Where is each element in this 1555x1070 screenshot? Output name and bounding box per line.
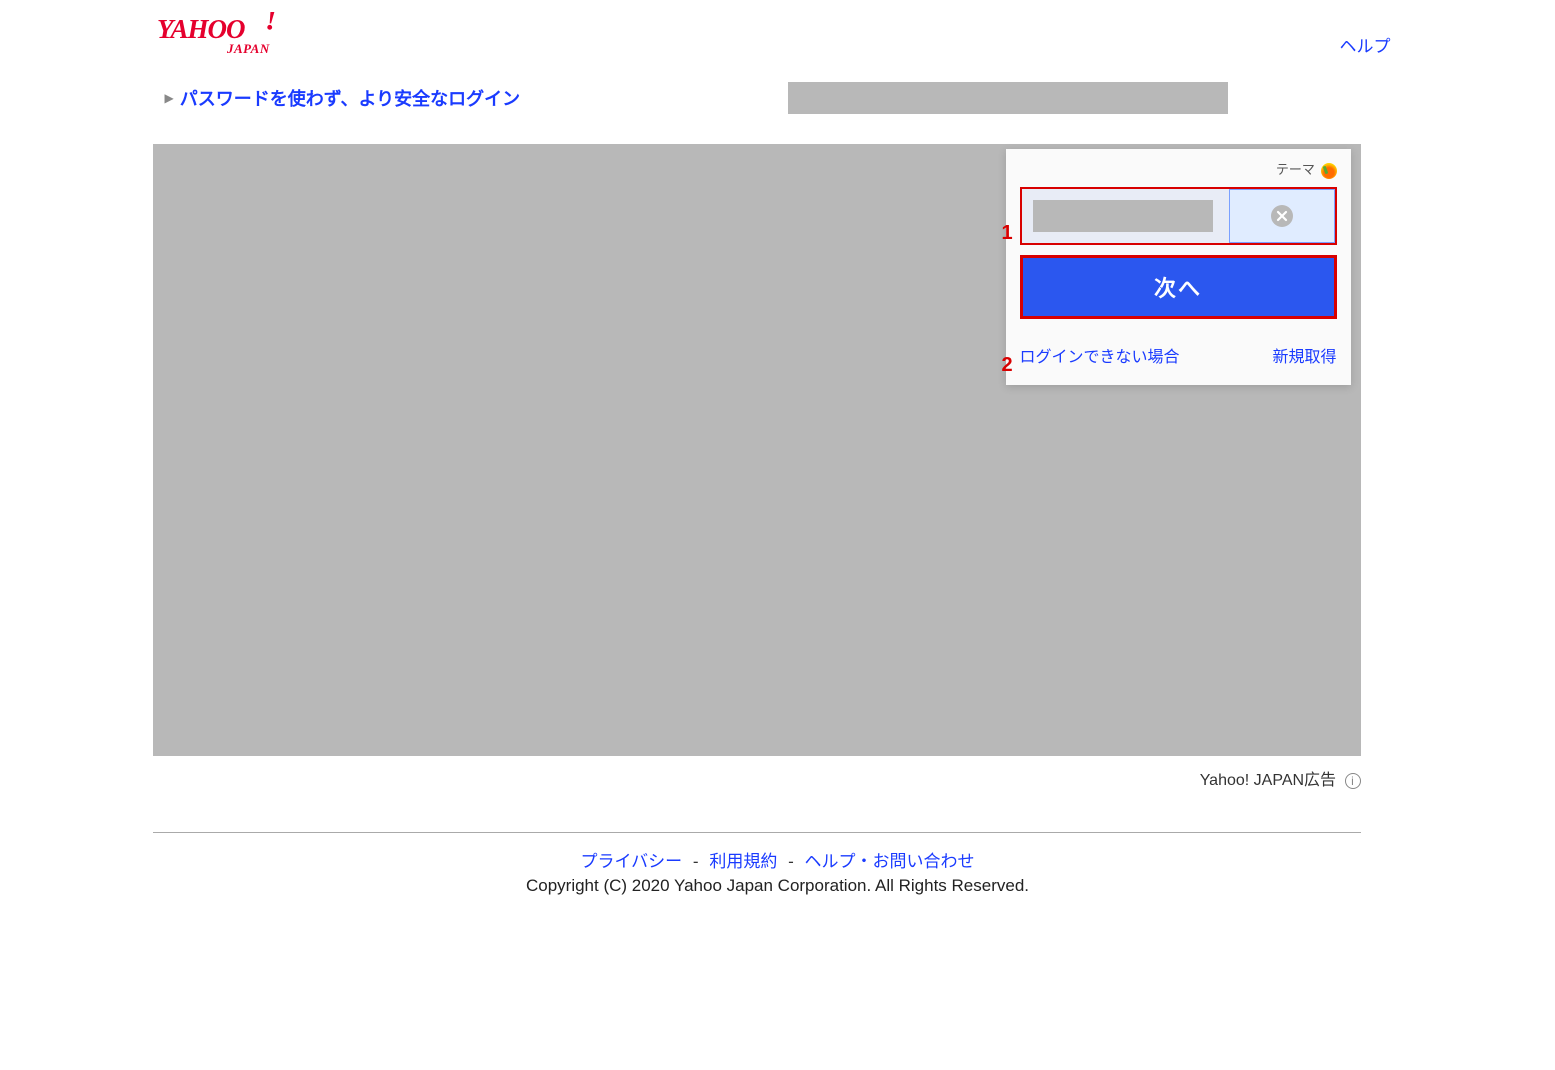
yahoo-japan-logo[interactable]: YAHOO ! JAPAN [157, 12, 337, 62]
annotation-step-1: 1 [1002, 222, 1013, 245]
annotation-step-2: 2 [1002, 354, 1013, 377]
separator: - [788, 852, 794, 871]
next-button[interactable]: 次へ [1023, 258, 1334, 316]
ad-info-icon[interactable]: i [1345, 773, 1361, 789]
cannot-login-link[interactable]: ログインできない場合 [1020, 343, 1180, 367]
login-id-row [1020, 187, 1337, 245]
svg-text:YAHOO: YAHOO [157, 14, 245, 44]
privacy-link[interactable]: プライバシー [581, 852, 683, 871]
chevron-right-icon: ▶ [165, 91, 174, 105]
footer-links: プライバシー - 利用規約 - ヘルプ・お問い合わせ [153, 847, 1403, 872]
theme-icon[interactable] [1321, 163, 1337, 179]
clear-input-button[interactable] [1229, 189, 1335, 243]
redacted-id-value [1033, 200, 1213, 232]
help-link[interactable]: ヘルプ [1340, 32, 1391, 57]
theme-label: テーマ [1276, 162, 1315, 177]
footer-divider [153, 832, 1361, 833]
clear-x-icon [1271, 205, 1293, 227]
separator: - [693, 852, 699, 871]
new-register-link[interactable]: 新規取得 [1272, 343, 1336, 367]
ad-label: Yahoo! JAPAN広告 [1200, 772, 1336, 789]
svg-text:JAPAN: JAPAN [226, 41, 270, 56]
help-contact-link[interactable]: ヘルプ・お問い合わせ [804, 852, 974, 871]
svg-text:!: ! [265, 12, 277, 37]
redacted-banner [788, 82, 1228, 114]
login-id-input[interactable] [1022, 189, 1229, 243]
login-card: テーマ 1 2 次へ [1006, 149, 1351, 385]
terms-link[interactable]: 利用規約 [709, 852, 777, 871]
copyright-text: Copyright (C) 2020 Yahoo Japan Corporati… [153, 876, 1403, 896]
passwordless-login-promo-link[interactable]: パスワードを使わず、より安全なログイン [180, 85, 520, 111]
main-hero-area: テーマ 1 2 次へ [153, 144, 1361, 756]
